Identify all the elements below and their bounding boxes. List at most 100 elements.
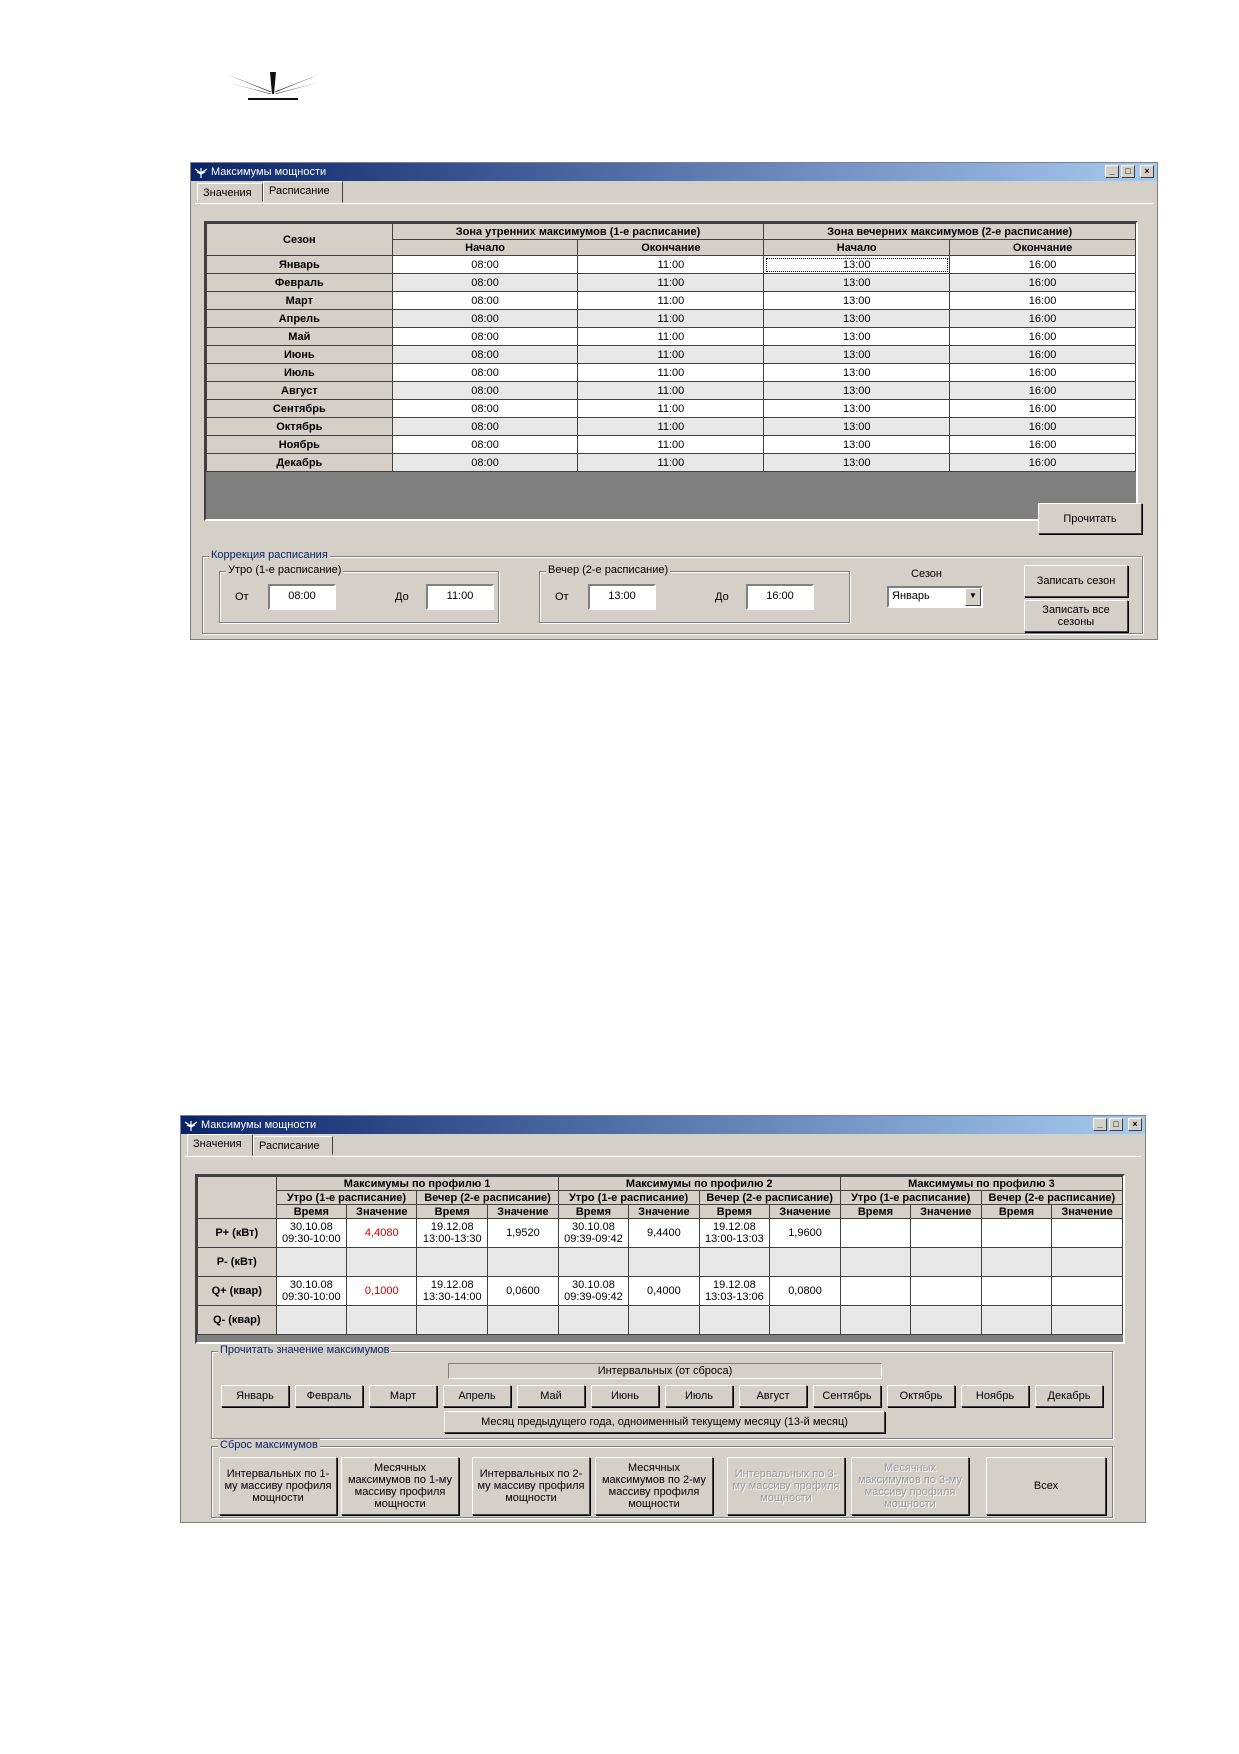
value-cell[interactable]	[910, 1305, 982, 1335]
time-cell[interactable]	[275, 1305, 348, 1335]
month-button[interactable]: Май	[517, 1385, 585, 1407]
value-cell[interactable]	[1051, 1247, 1123, 1277]
month-button[interactable]: Август	[739, 1385, 807, 1407]
interval-field[interactable]: Интервальных (от сброса)	[448, 1363, 882, 1379]
value-cell[interactable]	[628, 1247, 700, 1277]
morning-end-cell[interactable]: 11:00	[577, 435, 765, 454]
minimize-button[interactable]: _	[1093, 1118, 1107, 1131]
morning-end-cell[interactable]: 11:00	[577, 309, 765, 328]
tab-values[interactable]: Значения	[187, 1134, 253, 1156]
close-button[interactable]: ×	[1128, 1118, 1142, 1131]
evening-end-cell[interactable]: 16:00	[949, 273, 1136, 292]
morning-start-cell[interactable]: 08:00	[391, 309, 579, 328]
value-cell[interactable]	[910, 1218, 982, 1248]
reset-button[interactable]: Месячных максимумов по 2-му массиву проф…	[595, 1457, 713, 1515]
time-cell[interactable]: 19.12.08 13:00-13:30	[416, 1218, 489, 1248]
value-cell[interactable]: 0,1000	[346, 1276, 418, 1306]
read-button[interactable]: Прочитать	[1038, 503, 1142, 534]
morning-start-cell[interactable]: 08:00	[391, 435, 579, 454]
evening-end-cell[interactable]: 16:00	[949, 309, 1136, 328]
value-cell[interactable]	[910, 1247, 982, 1277]
time-cell[interactable]	[698, 1247, 771, 1277]
evening-end-cell[interactable]: 16:00	[949, 255, 1136, 274]
value-cell[interactable]	[1051, 1276, 1123, 1306]
time-cell[interactable]	[839, 1276, 912, 1306]
evening-start-cell[interactable]: 13:00	[763, 363, 951, 382]
value-cell[interactable]	[1051, 1218, 1123, 1248]
month-button[interactable]: Ноябрь	[961, 1385, 1029, 1407]
month-button[interactable]: Декабрь	[1035, 1385, 1103, 1407]
time-cell[interactable]: 19.12.08 13:00-13:03	[698, 1218, 771, 1248]
time-cell[interactable]	[839, 1218, 912, 1248]
month-button[interactable]: Февраль	[295, 1385, 363, 1407]
tab-values[interactable]: Значения	[197, 183, 263, 202]
maximize-button[interactable]: □	[1109, 1118, 1123, 1131]
morning-end-cell[interactable]: 11:00	[577, 363, 765, 382]
evening-start-cell[interactable]: 13:00	[763, 381, 951, 400]
morning-start-cell[interactable]: 08:00	[391, 399, 579, 418]
reset-button[interactable]: Месячных максимумов по 1-му массиву проф…	[341, 1457, 459, 1515]
minimize-button[interactable]: _	[1105, 165, 1119, 178]
tab-schedule[interactable]: Расписание	[263, 181, 343, 203]
evening-from-input[interactable]: 13:00	[588, 584, 656, 610]
month-button[interactable]: Март	[369, 1385, 437, 1407]
month-button[interactable]: Июнь	[591, 1385, 659, 1407]
morning-end-cell[interactable]: 11:00	[577, 381, 765, 400]
morning-end-cell[interactable]: 11:00	[577, 417, 765, 436]
morning-start-cell[interactable]: 08:00	[391, 381, 579, 400]
time-cell[interactable]: 30.10.08 09:30-10:00	[275, 1276, 348, 1306]
evening-start-cell[interactable]: 13:00	[763, 327, 951, 346]
write-season-button[interactable]: Записать сезон	[1024, 565, 1128, 597]
time-cell[interactable]	[416, 1305, 489, 1335]
value-cell[interactable]: 0,0800	[769, 1276, 841, 1306]
morning-end-cell[interactable]: 11:00	[577, 345, 765, 364]
value-cell[interactable]: 0,0600	[487, 1276, 559, 1306]
evening-start-cell[interactable]: 13:00	[763, 291, 951, 310]
tab-schedule[interactable]: Расписание	[253, 1136, 333, 1155]
time-cell[interactable]	[980, 1305, 1053, 1335]
month-button[interactable]: Сентябрь	[813, 1385, 881, 1407]
reset-button[interactable]: Интервальных по 1-му массиву профиля мощ…	[219, 1457, 337, 1515]
time-cell[interactable]: 19.12.08 13:03-13:06	[698, 1276, 771, 1306]
evening-start-cell[interactable]: 13:00	[763, 255, 951, 274]
evening-start-cell[interactable]: 13:00	[763, 435, 951, 454]
time-cell[interactable]	[698, 1305, 771, 1335]
prev-year-month-button[interactable]: Месяц предыдущего года, одноименный теку…	[444, 1411, 885, 1433]
evening-start-cell[interactable]: 13:00	[763, 273, 951, 292]
time-cell[interactable]	[980, 1247, 1053, 1277]
evening-start-cell[interactable]: 13:00	[763, 417, 951, 436]
morning-start-cell[interactable]: 08:00	[391, 417, 579, 436]
evening-to-input[interactable]: 16:00	[746, 584, 814, 610]
morning-from-input[interactable]: 08:00	[268, 584, 336, 610]
value-cell[interactable]	[910, 1276, 982, 1306]
morning-end-cell[interactable]: 11:00	[577, 399, 765, 418]
reset-button[interactable]: Месячных максимумов по 3-му массиву проф…	[851, 1457, 969, 1515]
evening-end-cell[interactable]: 16:00	[949, 399, 1136, 418]
morning-end-cell[interactable]: 11:00	[577, 291, 765, 310]
value-cell[interactable]: 1,9520	[487, 1218, 559, 1248]
evening-start-cell[interactable]: 13:00	[763, 453, 951, 472]
time-cell[interactable]: 30.10.08 09:39-09:42	[557, 1276, 630, 1306]
value-cell[interactable]	[487, 1247, 559, 1277]
morning-start-cell[interactable]: 08:00	[391, 453, 579, 472]
morning-to-input[interactable]: 11:00	[426, 584, 494, 610]
time-cell[interactable]: 30.10.08 09:39-09:42	[557, 1218, 630, 1248]
time-cell[interactable]	[839, 1305, 912, 1335]
time-cell[interactable]	[980, 1276, 1053, 1306]
time-cell[interactable]: 30.10.08 09:30-10:00	[275, 1218, 348, 1248]
morning-end-cell[interactable]: 11:00	[577, 273, 765, 292]
morning-end-cell[interactable]: 11:00	[577, 255, 765, 274]
chevron-down-icon[interactable]: ▼	[965, 588, 981, 606]
season-select[interactable]: Январь ▼	[887, 586, 983, 608]
evening-end-cell[interactable]: 16:00	[949, 381, 1136, 400]
reset-button[interactable]: Интервальных по 3-му массиву профиля мощ…	[727, 1457, 845, 1515]
time-cell[interactable]	[275, 1247, 348, 1277]
value-cell[interactable]	[1051, 1305, 1123, 1335]
value-cell[interactable]: 4,4080	[346, 1218, 418, 1248]
title-bar[interactable]: Максимумы мощности _ □ ×	[191, 163, 1157, 181]
month-button[interactable]: Октябрь	[887, 1385, 955, 1407]
value-cell[interactable]	[487, 1305, 559, 1335]
reset-button[interactable]: Всех	[986, 1457, 1106, 1515]
evening-start-cell[interactable]: 13:00	[763, 309, 951, 328]
write-all-seasons-button[interactable]: Записать все сезоны	[1024, 600, 1128, 632]
